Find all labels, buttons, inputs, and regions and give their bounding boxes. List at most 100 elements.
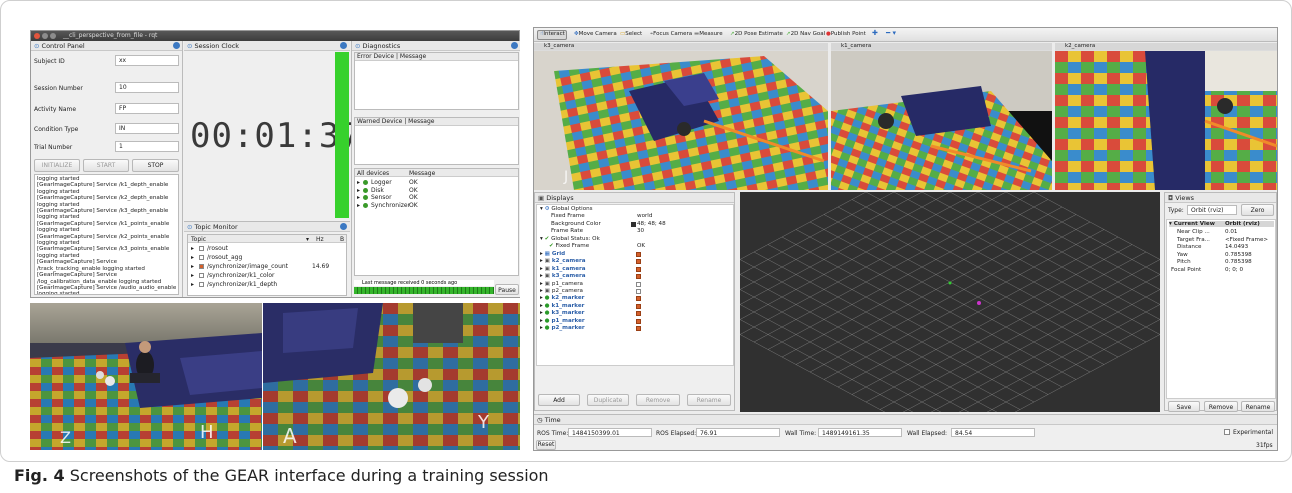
pause-button[interactable]: Pause: [495, 284, 519, 295]
display-item[interactable]: ▸ ▣ k2_camera: [540, 258, 730, 264]
duplicate-display-button[interactable]: Duplicate: [587, 394, 629, 406]
view-prop-value[interactable]: 0; 0; 0: [1225, 267, 1243, 273]
view-type-select[interactable]: Orbit (rviz): [1187, 205, 1237, 215]
expand-arrow-icon[interactable]: ▸: [357, 202, 360, 210]
global-option-value[interactable]: 48; 48; 48: [637, 221, 666, 227]
topic-checkbox[interactable]: [199, 273, 204, 278]
topic-row[interactable]: ▸ /synchronizer/k1_color: [188, 272, 346, 281]
topic-row[interactable]: ▸ /rosout: [188, 245, 346, 254]
close-icon[interactable]: [34, 33, 40, 39]
stop-button[interactable]: STOP: [132, 159, 179, 172]
view-prop-value[interactable]: 0.01: [1225, 229, 1237, 235]
remove-display-button[interactable]: Remove: [636, 394, 680, 406]
message-column[interactable]: Message: [409, 170, 435, 178]
help-icon[interactable]: [340, 42, 347, 49]
trial-number-field[interactable]: 1: [115, 141, 179, 152]
display-item[interactable]: ▸ ▣ k3_camera: [540, 273, 730, 279]
view-prop-value[interactable]: 14.0493: [1225, 244, 1248, 250]
display-item-checkbox[interactable]: [636, 252, 641, 257]
select-tool[interactable]: ▭Select: [620, 31, 642, 37]
topic-checkbox[interactable]: [199, 255, 204, 260]
condition-type-field[interactable]: IN: [115, 123, 179, 134]
reset-button[interactable]: Reset: [536, 440, 556, 450]
display-item-checkbox[interactable]: [636, 266, 641, 272]
display-item-checkbox[interactable]: [636, 296, 641, 302]
display-item[interactable]: ▸ ● p2_marker: [540, 325, 730, 331]
pose-estimate-tool[interactable]: ➚2D Pose Estimate: [730, 31, 783, 37]
3d-render-view[interactable]: [669, 146, 1231, 448]
remove-view-button[interactable]: Remove: [1204, 401, 1238, 412]
subject-id-field[interactable]: xx: [115, 55, 179, 66]
display-item-checkbox[interactable]: [636, 259, 641, 265]
view-prop-value[interactable]: 0.785398: [1225, 259, 1252, 265]
topic-column-header[interactable]: Topic: [191, 236, 206, 244]
activity-name-field[interactable]: FP: [115, 103, 179, 114]
device-row[interactable]: ▸ Sensor OK: [355, 194, 518, 201]
session-number-field[interactable]: 10: [115, 82, 179, 93]
ros-elapsed-field[interactable]: 76.91: [696, 428, 780, 437]
expand-arrow-icon[interactable]: ▸: [191, 254, 194, 262]
zero-button[interactable]: Zero: [1241, 204, 1274, 216]
message-timeline[interactable]: [354, 287, 494, 294]
display-item-checkbox[interactable]: [636, 326, 641, 331]
color-swatch[interactable]: [631, 221, 636, 227]
display-item[interactable]: ▸ ▣ p1_camera: [540, 281, 730, 287]
display-item[interactable]: ▸ ● p1_marker: [540, 318, 730, 324]
topic-row[interactable]: ▸ /rosout_agg: [188, 254, 346, 263]
expand-arrow-icon[interactable]: ▸: [191, 245, 194, 253]
publish-point-tool[interactable]: ●Publish Point: [826, 31, 866, 37]
global-option-value[interactable]: 30: [637, 228, 644, 234]
wall-time-field[interactable]: 1489149161.35: [818, 428, 902, 437]
rename-view-button[interactable]: Rename: [1241, 401, 1275, 412]
display-item[interactable]: ▸ ▦ Grid: [540, 251, 730, 257]
display-item-checkbox[interactable]: [636, 311, 641, 317]
display-item-checkbox[interactable]: [636, 303, 641, 309]
start-button[interactable]: START: [83, 159, 129, 172]
display-item[interactable]: ▸ ▣ k1_camera: [540, 266, 730, 272]
global-status-item[interactable]: ▾ ✔ Global Status: Ok: [540, 236, 600, 242]
display-item[interactable]: ▸ ● k3_marker: [540, 310, 730, 316]
experimental-checkbox[interactable]: [1224, 429, 1230, 435]
save-view-button[interactable]: Save: [1168, 401, 1200, 412]
help-icon[interactable]: [340, 223, 347, 230]
move-camera-tool[interactable]: ✥Move Camera: [574, 31, 617, 37]
maximize-icon[interactable]: [50, 33, 56, 39]
device-row[interactable]: ▸ Synchronizer OK: [355, 202, 518, 209]
hz-column-header[interactable]: Hz: [316, 236, 324, 244]
display-item-checkbox[interactable]: [636, 274, 641, 280]
topic-checkbox[interactable]: [199, 246, 204, 251]
help-icon[interactable]: [511, 42, 518, 49]
topic-checkbox[interactable]: [199, 264, 204, 269]
bandwidth-column-header[interactable]: B: [340, 236, 344, 244]
focus-camera-tool[interactable]: ⌖Focus Camera: [650, 31, 692, 38]
display-item[interactable]: ▸ ▣ p2_camera: [540, 288, 730, 294]
topic-row[interactable]: ▸ /synchronizer/image_count 14.69: [188, 263, 346, 272]
view-prop-value[interactable]: 0.785398: [1225, 252, 1252, 258]
global-option-value[interactable]: world: [637, 213, 652, 219]
display-item-checkbox[interactable]: [636, 289, 641, 294]
display-item[interactable]: ▸ ● k2_marker: [540, 295, 730, 301]
expand-arrow-icon[interactable]: ▸: [191, 281, 194, 289]
log-output[interactable]: logging started [GearImageCapture] Servic…: [34, 174, 179, 295]
add-display-button[interactable]: Add: [538, 394, 580, 406]
expand-arrow-icon[interactable]: ▸: [191, 272, 194, 280]
device-row[interactable]: ▸ Disk OK: [355, 187, 518, 194]
rename-display-button[interactable]: Rename: [687, 394, 731, 406]
add-tool-icon[interactable]: ✚: [872, 29, 878, 37]
initialize-button[interactable]: INITIALIZE: [34, 159, 80, 172]
all-devices-column[interactable]: All devices: [357, 170, 389, 178]
topic-row[interactable]: ▸ /synchronizer/k1_depth: [188, 281, 346, 290]
remove-tool-icon[interactable]: ━ ▾: [886, 29, 896, 37]
display-item-checkbox[interactable]: [636, 281, 641, 287]
view-prop-value[interactable]: <Fixed Frame>: [1225, 237, 1268, 243]
display-item-checkbox[interactable]: [636, 318, 641, 324]
help-icon[interactable]: [173, 42, 180, 49]
topic-checkbox[interactable]: [199, 282, 204, 287]
display-item[interactable]: ▸ ● k1_marker: [540, 303, 730, 309]
wall-elapsed-field[interactable]: 84.54: [951, 428, 1035, 437]
measure-tool[interactable]: ▬Measure: [694, 31, 723, 37]
ros-time-field[interactable]: 1484150399.01: [568, 428, 652, 437]
expand-arrow-icon[interactable]: ▸: [191, 263, 194, 271]
nav-goal-tool[interactable]: ➚2D Nav Goal: [786, 31, 825, 37]
device-row[interactable]: ▸ Logger OK: [355, 179, 518, 186]
